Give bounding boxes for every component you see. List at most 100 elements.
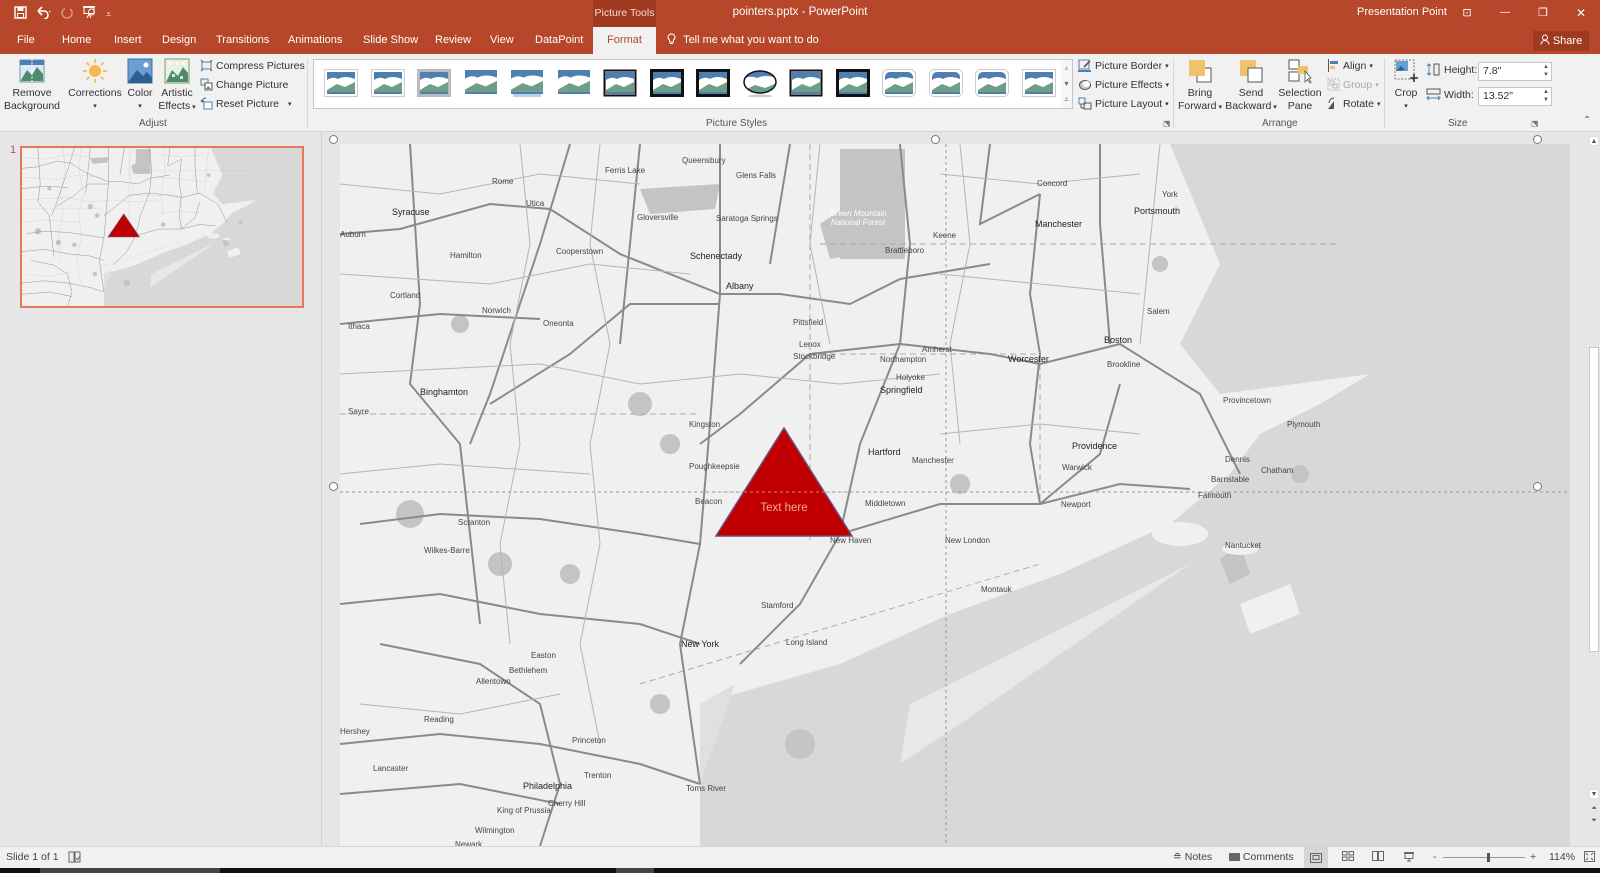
resize-handle-top-right[interactable] <box>1533 135 1542 144</box>
present-from-beginning-icon[interactable] <box>82 5 98 23</box>
picture-style-6[interactable] <box>557 69 591 97</box>
minimize-button[interactable]: — <box>1486 0 1524 26</box>
reading-view-button[interactable] <box>1372 851 1384 864</box>
picture-style-3[interactable] <box>417 69 451 97</box>
height-spinner[interactable]: ▲ ▼ <box>1543 63 1549 79</box>
undo-icon[interactable] <box>35 5 53 23</box>
scroll-up-icon[interactable]: ▲ <box>1589 136 1599 146</box>
map-label: New York <box>681 639 720 649</box>
account-name[interactable]: Presentation Point <box>1357 6 1447 18</box>
scrollbar-thumb[interactable] <box>1589 347 1599 652</box>
normal-view-button[interactable] <box>1304 847 1328 869</box>
zoom-level[interactable]: 114% <box>1549 851 1575 863</box>
tab-review[interactable]: Review <box>435 27 471 54</box>
picture-layout-button[interactable]: Picture Layout ▾ <box>1078 97 1169 110</box>
save-icon[interactable] <box>14 5 27 23</box>
picture-style-5[interactable] <box>510 69 544 97</box>
artistic-effects-button[interactable]: Artistic Effects ▾ <box>158 58 196 114</box>
gallery-scroll-up-icon[interactable]: ▴ <box>1061 60 1072 76</box>
tab-home[interactable]: Home <box>62 27 91 54</box>
resize-handle-top-left[interactable] <box>329 135 338 144</box>
picture-style-13[interactable] <box>882 69 916 97</box>
tab-transitions[interactable]: Transitions <box>216 27 269 54</box>
reset-picture-button[interactable]: Reset Picture ▾ <box>200 97 292 110</box>
color-button[interactable]: Color ▾ <box>124 58 156 113</box>
tab-datapoint[interactable]: DataPoint <box>535 27 583 54</box>
zoom-slider[interactable] <box>1443 847 1525 869</box>
picture-effects-button[interactable]: Picture Effects ▾ <box>1078 78 1169 91</box>
width-spinner[interactable]: ▲ ▼ <box>1543 88 1549 104</box>
zoom-in-button[interactable]: + <box>1530 851 1536 863</box>
picture-style-15[interactable] <box>975 69 1009 97</box>
tab-insert[interactable]: Insert <box>114 27 142 54</box>
height-input[interactable]: 7.8" ▲ ▼ <box>1478 62 1552 81</box>
triangle-shape-text[interactable]: Text here <box>714 502 854 514</box>
send-backward-button[interactable]: Send Backward ▾ <box>1225 58 1277 114</box>
slide-sorter-view-button[interactable] <box>1342 851 1354 864</box>
next-slide-icon[interactable]: ⏷ <box>1589 816 1599 826</box>
tab-file[interactable]: File <box>17 27 35 54</box>
picture-border-button[interactable]: Picture Border ▾ <box>1078 59 1169 72</box>
collapse-ribbon-icon[interactable]: ⌃ <box>1583 115 1591 126</box>
map-picture[interactable] <box>340 144 1570 846</box>
group-button[interactable]: Group ▾ <box>1327 78 1379 91</box>
selection-pane-button[interactable]: Selection Pane <box>1278 58 1322 113</box>
spell-check-icon[interactable] <box>68 851 81 866</box>
notes-button[interactable]: ≘ Notes <box>1173 851 1212 863</box>
picture-style-12[interactable] <box>835 69 870 97</box>
slide-thumbnail-1[interactable] <box>20 146 304 308</box>
tab-format[interactable]: Format <box>593 27 656 54</box>
picture-style-14[interactable] <box>928 69 963 97</box>
vertical-scrollbar[interactable]: ▲ ▼ ⏶ ⏷ <box>1588 132 1600 846</box>
map-label: Salem <box>1147 307 1170 316</box>
slide-show-view-button[interactable] <box>1403 851 1415 865</box>
gallery-more-icon[interactable]: ⩡ <box>1061 92 1072 108</box>
tell-me-search[interactable]: Tell me what you want to do <box>667 27 819 54</box>
previous-slide-icon[interactable]: ⏶ <box>1589 804 1599 814</box>
slide-1[interactable]: Syracuse Rome Utica Auburn Hamilton Ferris La… <box>340 144 1570 846</box>
resize-handle-right[interactable] <box>1533 482 1542 491</box>
rotate-button[interactable]: Rotate ▾ <box>1327 97 1380 110</box>
picture-style-2[interactable] <box>370 69 405 97</box>
picture-style-9[interactable] <box>696 69 730 97</box>
zoom-slider-thumb[interactable] <box>1487 853 1490 862</box>
picture-style-16[interactable] <box>1021 69 1056 97</box>
map-label: Stamford <box>761 601 794 610</box>
picture-style-8[interactable] <box>649 69 684 97</box>
share-button[interactable]: Share <box>1533 31 1589 51</box>
picture-style-4[interactable] <box>464 69 498 97</box>
fit-slide-to-window-icon[interactable] <box>1584 851 1595 865</box>
reading-view-icon <box>1372 851 1384 861</box>
chevron-down-icon[interactable]: ▾ <box>288 100 292 108</box>
close-button[interactable]: ✕ <box>1562 0 1600 26</box>
picture-style-1[interactable] <box>324 69 358 97</box>
corrections-button[interactable]: Corrections ▾ <box>68 58 122 113</box>
redo-icon[interactable] <box>61 6 74 23</box>
remove-background-button[interactable]: Remove Background <box>3 58 61 113</box>
width-input[interactable]: 13.52" ▲ ▼ <box>1478 87 1552 106</box>
scroll-down-icon[interactable]: ▼ <box>1589 789 1599 799</box>
comments-button[interactable]: Comments <box>1229 851 1294 863</box>
resize-handle-top[interactable] <box>931 135 940 144</box>
resize-handle-left[interactable] <box>329 482 338 491</box>
zoom-out-button[interactable]: - <box>1433 851 1437 863</box>
align-button[interactable]: Align ▾ <box>1327 59 1373 72</box>
size-dialog-launcher-icon[interactable]: ⬔ <box>1531 119 1539 128</box>
tab-slide-show[interactable]: Slide Show <box>363 27 418 54</box>
ribbon-display-options-icon[interactable]: ⊡ <box>1448 0 1486 26</box>
picture-style-11[interactable] <box>789 69 823 97</box>
triangle-shape[interactable]: Text here <box>714 426 854 538</box>
customize-qat-icon[interactable]: ⩡ <box>106 6 111 22</box>
picture-style-10[interactable] <box>742 69 777 98</box>
picture-style-7[interactable] <box>603 69 637 97</box>
gallery-scroll-down-icon[interactable]: ▾ <box>1061 76 1072 92</box>
compress-pictures-button[interactable]: Compress Pictures <box>200 59 305 72</box>
crop-button[interactable]: Crop ▾ <box>1390 58 1422 113</box>
picture-styles-dialog-launcher-icon[interactable]: ⬔ <box>1163 119 1171 128</box>
restore-button[interactable]: ❐ <box>1524 0 1562 26</box>
change-picture-button[interactable]: Change Picture <box>200 78 288 91</box>
tab-view[interactable]: View <box>490 27 514 54</box>
tab-animations[interactable]: Animations <box>288 27 342 54</box>
bring-forward-button[interactable]: Bring Forward ▾ <box>1176 58 1224 114</box>
tab-design[interactable]: Design <box>162 27 196 54</box>
